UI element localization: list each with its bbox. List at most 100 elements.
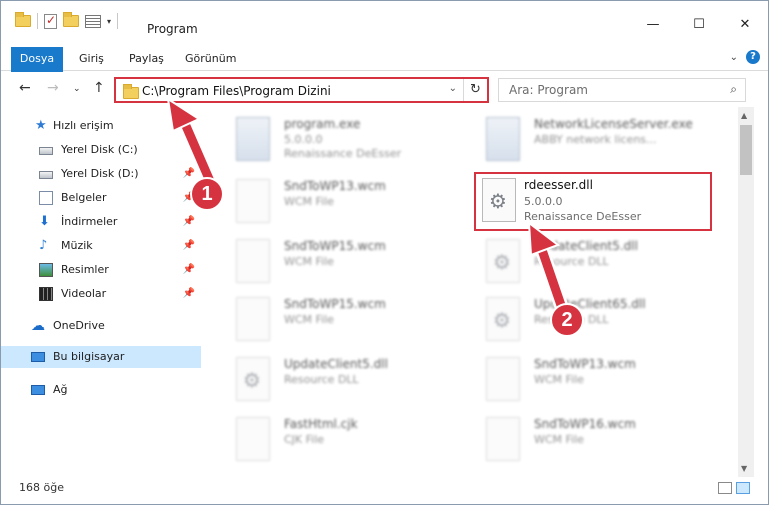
callout-badge-1: 1 — [190, 177, 224, 211]
pin-icon[interactable]: 📌 — [183, 163, 195, 185]
list-item[interactable]: FastHtml.cjk CJK File — [218, 413, 458, 469]
network-icon — [31, 385, 45, 395]
computer-icon — [31, 352, 45, 362]
list-item[interactable]: UpdateClient5.dll Resource DLL — [218, 353, 458, 409]
forward-arrow-icon[interactable]: → — [47, 80, 59, 96]
chevron-down-icon[interactable]: ▾ — [107, 17, 111, 26]
pictures-icon — [39, 263, 53, 277]
sidebar-item-label: İndirmeler — [61, 215, 118, 228]
tab-share[interactable]: Paylaş — [129, 47, 164, 71]
divider — [37, 13, 38, 29]
document-file-icon — [236, 239, 270, 283]
search-box[interactable]: Ara: Program ⌕ — [498, 78, 746, 102]
quick-access-toolbar: ▾ — [15, 12, 119, 29]
sidebar-item-this-pc[interactable]: Bu bilgisayar — [1, 346, 201, 368]
sidebar-item-quick-access[interactable]: ★ Hızlı erişim — [1, 115, 201, 137]
sidebar-item-label: OneDrive — [53, 319, 105, 332]
sidebar-item-label: Müzik — [61, 239, 93, 252]
scroll-up-arrow-icon[interactable]: ▲ — [741, 111, 747, 120]
minimize-button[interactable]: — — [630, 14, 676, 36]
window-title: Program — [147, 22, 198, 36]
sidebar-item-videos[interactable]: Videolar 📌 — [1, 283, 201, 305]
address-path[interactable]: C:\Program Files\Program Dizini — [142, 84, 331, 98]
explorer-window: ▾ Program — ☐ ✕ Dosya Giriş Paylaş Görün… — [0, 0, 769, 505]
pin-icon[interactable]: 📌 — [183, 235, 195, 257]
file-list: program.exe 5.0.0.0 Renaissance DeEsser … — [208, 107, 738, 477]
file-description: ABBY network licens... — [534, 133, 657, 146]
file-name: SndToWP15.wcm — [284, 297, 386, 311]
file-type: WCM File — [534, 373, 584, 386]
view-switcher — [718, 482, 750, 494]
view-options-icon[interactable] — [85, 14, 101, 28]
file-name: SndToWP13.wcm — [284, 179, 386, 193]
folder-icon — [15, 12, 31, 27]
file-type: WCM File — [284, 255, 334, 268]
new-folder-icon[interactable] — [63, 12, 79, 27]
list-item[interactable]: SndToWP16.wcm WCM File — [468, 413, 708, 469]
document-file-icon — [236, 179, 270, 223]
up-arrow-icon[interactable]: ↑ — [93, 80, 105, 96]
scroll-down-arrow-icon[interactable]: ▼ — [741, 464, 747, 473]
pin-icon[interactable]: 📌 — [183, 259, 195, 281]
file-name: program.exe — [284, 117, 361, 131]
tiles-view-icon[interactable] — [736, 482, 750, 494]
sidebar-item-pictures[interactable]: Resimler 📌 — [1, 259, 201, 281]
list-item[interactable]: NetworkLicenseServer.exe ABBY network li… — [468, 113, 708, 169]
maximize-button[interactable]: ☐ — [676, 14, 722, 36]
status-bar: 168 öğe — [1, 477, 768, 504]
list-item[interactable]: UpdateClient65.dll Resource DLL — [468, 293, 708, 349]
file-name: UpdateClient5.dll — [534, 239, 638, 253]
sidebar-item-label: Resimler — [61, 263, 109, 276]
back-arrow-icon[interactable]: ← — [19, 80, 31, 96]
list-item[interactable]: SndToWP15.wcm WCM File — [218, 235, 458, 291]
refresh-icon[interactable]: ↻ — [463, 79, 487, 101]
sidebar-item-network[interactable]: Ağ — [1, 379, 201, 401]
sidebar-item-label: Yerel Disk (D:) — [61, 167, 139, 180]
tab-home[interactable]: Giriş — [79, 47, 104, 71]
list-item[interactable]: program.exe 5.0.0.0 Renaissance DeEsser — [218, 113, 458, 169]
help-icon[interactable]: ? — [746, 50, 760, 64]
scrollbar-thumb[interactable] — [740, 125, 752, 175]
recent-locations-chevron-icon[interactable]: ⌄ — [73, 84, 81, 94]
cloud-icon: ☁ — [31, 318, 45, 334]
sidebar-item-documents[interactable]: Belgeler 📌 — [1, 187, 201, 209]
list-item[interactable]: UpdateClient5.dll Resource DLL — [468, 235, 708, 291]
address-bar[interactable]: C:\Program Files\Program Dizini ⌄ ↻ — [114, 77, 489, 103]
close-button[interactable]: ✕ — [722, 14, 768, 36]
sidebar-item-local-disk-d[interactable]: Yerel Disk (D:) 📌 — [1, 163, 201, 185]
details-view-icon[interactable] — [718, 482, 732, 494]
sidebar-item-onedrive[interactable]: ☁ OneDrive — [1, 315, 201, 337]
sidebar-item-label: Ağ — [53, 383, 68, 396]
dll-file-icon — [236, 357, 270, 401]
divider — [117, 13, 119, 29]
sidebar-item-downloads[interactable]: ⬇ İndirmeler 📌 — [1, 211, 201, 233]
pin-icon[interactable]: 📌 — [183, 211, 195, 233]
navigation-bar: ← → ⌄ ↑ C:\Program Files\Program Dizini … — [1, 72, 768, 106]
download-arrow-icon: ⬇ — [39, 214, 50, 229]
pin-icon[interactable]: 📌 — [183, 283, 195, 305]
document-file-icon — [236, 297, 270, 341]
star-icon: ★ — [35, 118, 47, 133]
chevron-down-icon[interactable]: ⌄ — [449, 83, 457, 94]
properties-check-icon[interactable] — [44, 13, 57, 29]
list-item[interactable]: SndToWP13.wcm WCM File — [218, 175, 458, 231]
file-type: CJK File — [284, 433, 325, 446]
search-icon[interactable]: ⌕ — [730, 82, 737, 97]
sidebar-item-local-disk-c[interactable]: Yerel Disk (C:) — [1, 139, 201, 161]
file-name: FastHtml.cjk — [284, 417, 358, 431]
list-item[interactable]: SndToWP15.wcm WCM File — [218, 293, 458, 349]
vertical-scrollbar[interactable]: ▲ ▼ — [738, 107, 754, 477]
title-bar: ▾ Program — ☐ ✕ — [1, 1, 768, 45]
callout-badge-2: 2 — [550, 303, 584, 337]
folder-icon — [123, 84, 139, 99]
item-count: 168 öğe — [19, 481, 64, 494]
expand-ribbon-chevron-icon[interactable]: ⌄ — [730, 52, 738, 63]
music-note-icon: ♪ — [39, 238, 48, 253]
highlight-frame — [474, 172, 712, 231]
file-name: SndToWP15.wcm — [284, 239, 386, 253]
sidebar-item-music[interactable]: ♪ Müzik 📌 — [1, 235, 201, 257]
search-placeholder: Ara: Program — [509, 83, 588, 97]
tab-view[interactable]: Görünüm — [185, 47, 236, 71]
list-item[interactable]: SndToWP13.wcm WCM File — [468, 353, 708, 409]
sidebar-item-label: Videolar — [61, 287, 107, 300]
